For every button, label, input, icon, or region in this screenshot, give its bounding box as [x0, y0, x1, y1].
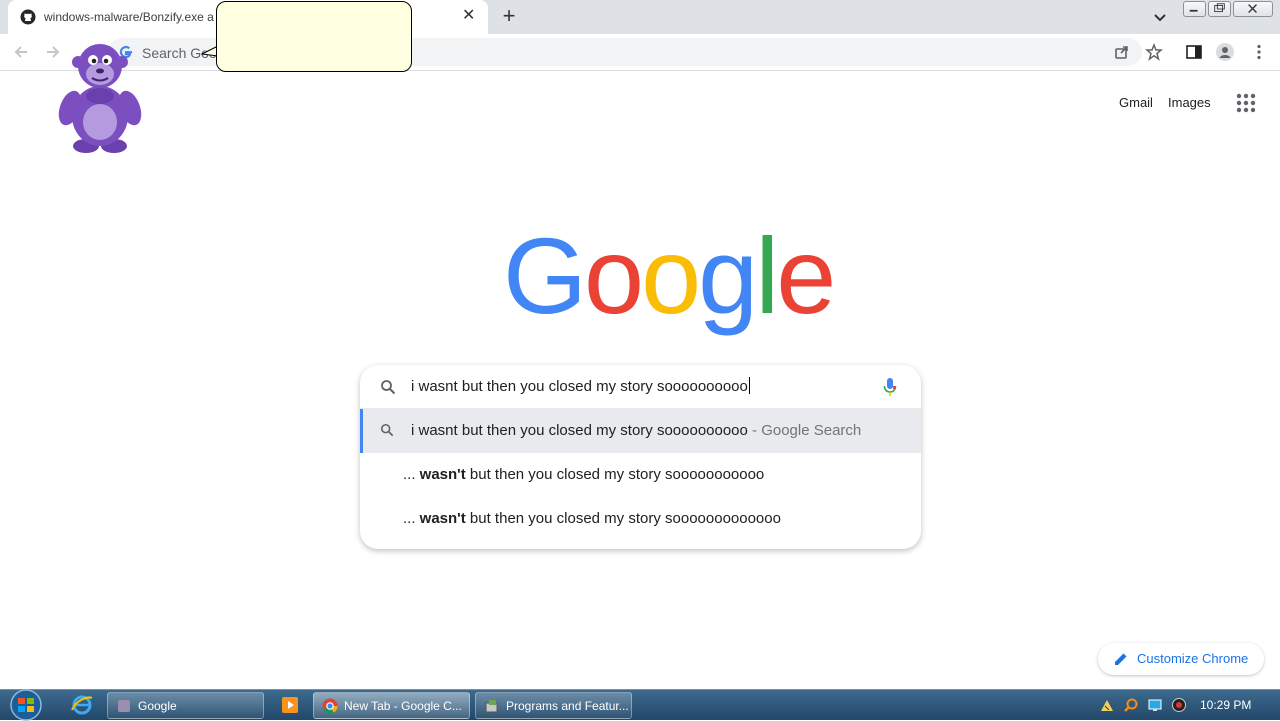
suggestion-prefix: ...	[403, 466, 420, 483]
taskbar-button-label: Programs and Featur...	[506, 699, 629, 713]
logo-letter: e	[776, 215, 836, 336]
tray-search-icon[interactable]	[1123, 697, 1139, 713]
suggestion-suffix: - Google Search	[747, 422, 862, 439]
window-minimize-button[interactable]	[1183, 1, 1206, 17]
suggestion-item[interactable]: ... wasn't but then you closed my story …	[360, 453, 921, 497]
customize-chrome-button[interactable]: Customize Chrome	[1098, 643, 1264, 675]
gmail-link[interactable]: Gmail	[1119, 95, 1153, 110]
share-icon[interactable]	[1113, 43, 1131, 61]
profile-avatar-icon[interactable]	[1216, 43, 1234, 61]
suggestion-bold: wasn't	[419, 510, 466, 527]
search-icon	[380, 423, 394, 437]
search-box: i wasnt but then you closed my story soo…	[360, 365, 921, 549]
suggestion-text: ... wasn't but then you closed my story …	[403, 466, 764, 483]
taskbar: Google New Tab - Google C... Programs an…	[0, 688, 1280, 721]
bonzi-gorilla-icon[interactable]	[58, 38, 142, 154]
taskbar-button[interactable]: Google	[107, 692, 264, 719]
tab-close-button[interactable]: ✕	[462, 8, 475, 24]
kebab-menu-icon[interactable]	[1250, 43, 1268, 61]
google-apps-grid-icon[interactable]	[1236, 93, 1256, 113]
tab-strip: windows-malware/Bonzify.exe a ✕ +	[0, 0, 1280, 34]
suggestion-prefix: ...	[403, 510, 420, 527]
taskbar-button[interactable]: New Tab - Google C...	[313, 692, 470, 719]
media-player-icon[interactable]	[278, 694, 302, 716]
speech-bubble	[216, 1, 412, 72]
customize-chrome-label: Customize Chrome	[1137, 651, 1249, 666]
taskbar-button-label: New Tab - Google C...	[344, 699, 462, 713]
microphone-icon[interactable]	[883, 377, 897, 397]
new-tab-button[interactable]: +	[498, 5, 520, 27]
suggestion-text: ... wasn't but then you closed my story …	[403, 510, 781, 527]
window-restore-button[interactable]	[1208, 1, 1231, 17]
pencil-icon	[1115, 653, 1127, 665]
suggestion-item[interactable]: i wasnt but then you closed my story soo…	[360, 409, 921, 453]
start-orb-icon[interactable]	[6, 688, 46, 721]
logo-letter: o	[641, 215, 701, 336]
chevron-down-icon[interactable]	[1152, 9, 1168, 25]
search-input[interactable]: i wasnt but then you closed my story soo…	[411, 377, 750, 395]
suggestion-text: i wasnt but then you closed my story soo…	[411, 422, 861, 439]
logo-letter: g	[698, 215, 758, 336]
taskbar-button-label: Google	[138, 699, 177, 713]
suggestion-rest: but then you closed my story soooooooooo…	[465, 466, 765, 483]
chrome-icon	[322, 698, 338, 714]
github-icon	[20, 9, 36, 25]
back-icon[interactable]	[12, 43, 30, 61]
programs-features-icon	[485, 700, 498, 713]
logo-letter: l	[755, 215, 779, 336]
tray-display-icon[interactable]	[1147, 697, 1163, 713]
logo-letter: o	[584, 215, 644, 336]
taskbar-button[interactable]: Programs and Featur...	[475, 692, 632, 719]
suggestion-item[interactable]: ... wasn't but then you closed my story …	[360, 497, 921, 541]
tray-clock[interactable]: 10:29 PM	[1200, 698, 1251, 712]
internet-explorer-icon[interactable]	[70, 694, 94, 716]
suggestion-main: i wasnt but then you closed my story soo…	[411, 422, 748, 439]
tray-volume-icon[interactable]	[1171, 697, 1187, 713]
suggestion-bold: wasn't	[419, 466, 466, 483]
window-close-button[interactable]	[1233, 1, 1273, 17]
tray-network-icon[interactable]	[1099, 697, 1115, 713]
logo-letter: G	[503, 215, 587, 336]
images-link[interactable]: Images	[1168, 95, 1211, 110]
browser-toolbar: Search Goo	[0, 34, 1280, 71]
side-panel-icon[interactable]	[1185, 43, 1203, 61]
suggestion-rest: but then you closed my story soooooooooo…	[465, 510, 781, 527]
bookmark-star-icon[interactable]	[1145, 43, 1163, 61]
search-icon	[381, 380, 396, 395]
tab-title: windows-malware/Bonzify.exe a	[44, 10, 214, 24]
app-icon	[118, 700, 130, 712]
google-logo: Google	[503, 215, 836, 336]
